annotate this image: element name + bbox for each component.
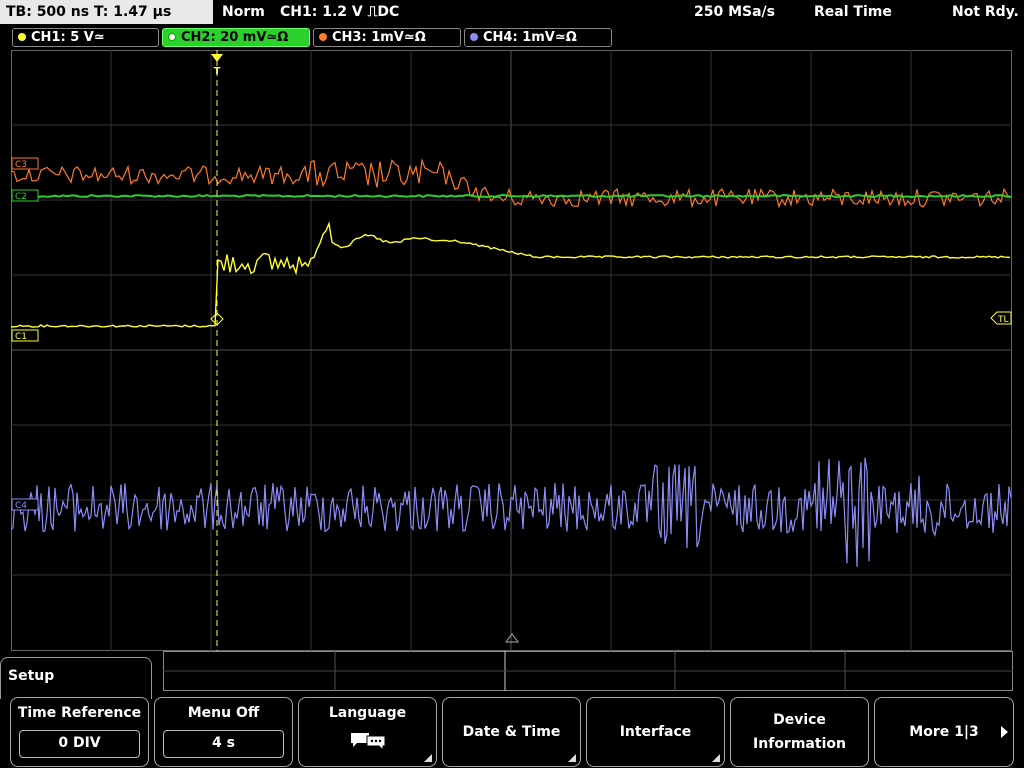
date-time-softkey[interactable]: Date & Time <box>442 697 581 767</box>
softkey-title: Language <box>328 705 407 721</box>
channel-badge-ch4[interactable]: CH4: 1mV≃Ω <box>464 28 612 47</box>
time-reference-value: 0 DIV <box>19 730 140 758</box>
channel-label: CH4: 1mV≃Ω <box>483 30 577 45</box>
menu-off-value: 4 s <box>163 730 284 758</box>
ch3-marker-label: C3 <box>15 160 27 170</box>
sample-rate: 250 MSa/s <box>694 4 776 20</box>
ch1-dot-icon <box>18 33 26 41</box>
channel-label: CH1: 5 V≃ <box>31 30 105 45</box>
time-reference-softkey[interactable]: Time Reference 0 DIV <box>10 697 149 767</box>
ch3-dot-icon <box>319 33 327 41</box>
submenu-corner-icon <box>424 754 432 762</box>
more-softkey[interactable]: More 1|3 <box>874 697 1014 767</box>
ch1-marker-label: C1 <box>15 332 27 342</box>
ch4-dot-icon <box>470 33 478 41</box>
channel-label: CH3: 1mV≃Ω <box>332 30 426 45</box>
softkey-title: Menu Off <box>187 705 260 721</box>
softkey-title-line2: Information <box>753 736 846 752</box>
waveform-svg: T C3 C2 C1 C4 TL <box>11 50 1012 651</box>
softkey-title: More 1|3 <box>909 724 979 740</box>
submenu-corner-icon <box>712 754 720 762</box>
language-softkey[interactable]: Language <box>298 697 437 767</box>
softkey-title: Time Reference <box>17 705 142 721</box>
channel-badge-ch2[interactable]: CH2: 20 mV≃Ω <box>162 28 310 47</box>
menu-off-softkey[interactable]: Menu Off 4 s <box>154 697 293 767</box>
time-reference-marker-icon <box>505 633 519 643</box>
speech-bubble-icon <box>351 733 386 750</box>
waveform-ch2 <box>11 193 1012 199</box>
waveform-display[interactable]: T C3 C2 C1 C4 TL <box>11 50 1012 651</box>
ch2-marker-label: C2 <box>15 192 27 202</box>
submenu-corner-icon <box>568 754 576 762</box>
interface-softkey[interactable]: Interface <box>586 697 725 767</box>
trigger-position-label: T <box>214 66 221 77</box>
menu-title: Setup <box>8 668 55 684</box>
channel-label: CH2: 20 mV≃Ω <box>181 30 289 45</box>
graticule <box>11 50 1012 651</box>
ch2-dot-icon <box>168 33 176 41</box>
channel-badge-ch1[interactable]: CH1: 5 V≃ <box>12 28 159 47</box>
device-information-softkey[interactable]: Device Information <box>730 697 869 767</box>
acquisition-status: Not Rdy. <box>952 4 1019 20</box>
trigger-position-marker-icon[interactable] <box>211 54 223 62</box>
softkey-title: Date & Time <box>462 724 561 740</box>
trigger-mode[interactable]: Norm <box>222 0 265 24</box>
acquisition-mode[interactable]: Real Time <box>814 0 892 24</box>
softkey-title: Interface <box>619 724 692 740</box>
secondary-display-area <box>163 651 1013 691</box>
trigger-info[interactable]: CH1: 1.2 V ⎍DC <box>280 0 399 24</box>
trigger-level-label: TL <box>997 315 1009 325</box>
next-page-arrow-icon <box>1001 726 1008 738</box>
timebase-readout[interactable]: TB: 500 ns T: 1.47 µs <box>0 0 213 24</box>
ch4-marker-label: C4 <box>15 501 27 511</box>
softkey-title-line1: Device <box>773 712 826 728</box>
channel-badge-ch3[interactable]: CH3: 1mV≃Ω <box>313 28 461 47</box>
secondary-grid <box>163 651 1013 691</box>
